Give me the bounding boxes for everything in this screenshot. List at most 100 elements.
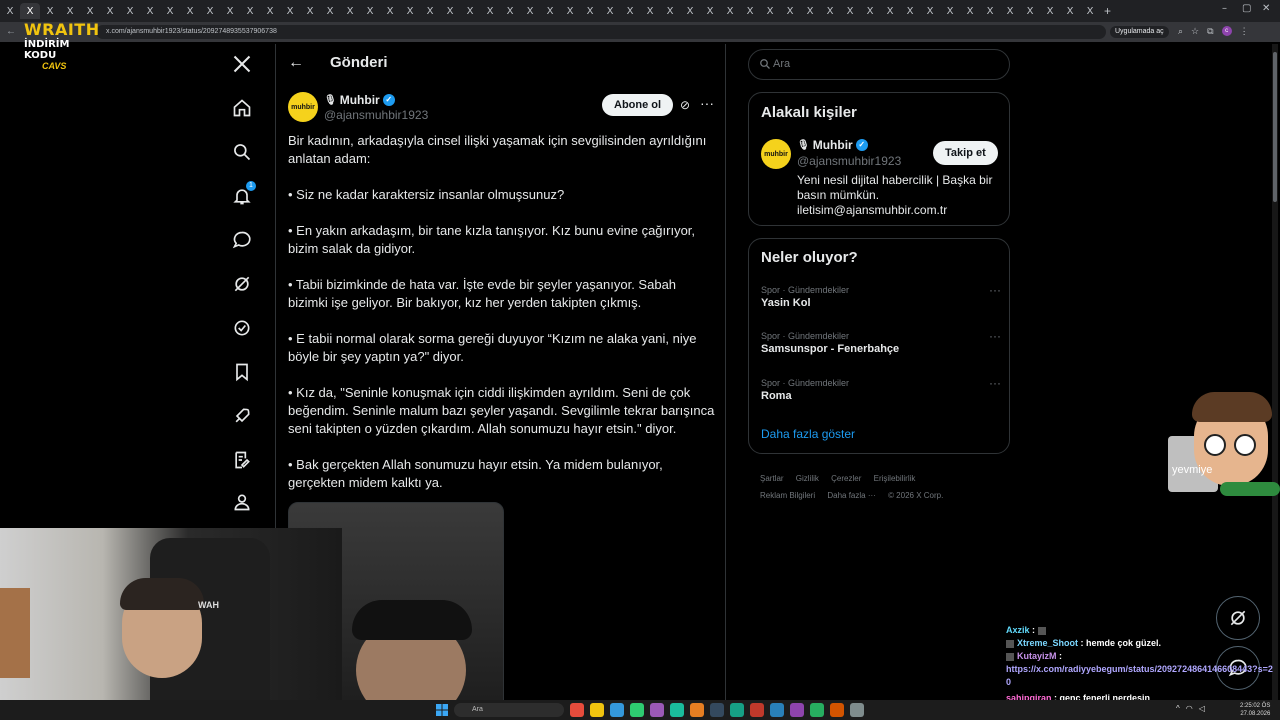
menu-icon[interactable]: ⋮ [1240, 26, 1249, 37]
browser-tab[interactable]: X [680, 3, 700, 19]
browser-tab[interactable]: X [500, 3, 520, 19]
taskbar-app-icon[interactable] [810, 703, 824, 717]
taskbar-app-icon[interactable] [570, 703, 584, 717]
browser-tab[interactable]: X [640, 3, 660, 19]
url-field[interactable]: x.com/ajansmuhbir1923/status/20927489355… [96, 25, 1106, 39]
x-logo-icon[interactable] [230, 52, 254, 76]
more-options-icon[interactable]: ··· [700, 95, 714, 111]
browser-tab[interactable]: X [800, 3, 820, 19]
browser-tab[interactable]: X [1000, 3, 1020, 19]
taskbar-app-icon[interactable] [730, 703, 744, 717]
subscribe-button[interactable]: Abone ol [602, 94, 674, 116]
tray-chevron-icon[interactable]: ^ [1176, 704, 1180, 713]
volume-icon[interactable]: ◁ [1199, 704, 1205, 713]
zoom-icon[interactable]: ⌕ [1178, 26, 1183, 37]
page-scrollbar[interactable] [1272, 44, 1278, 700]
browser-tab[interactable]: X [220, 3, 240, 19]
browser-tab[interactable]: X [320, 3, 340, 19]
close-window-button[interactable]: ✕ [1262, 3, 1270, 14]
browser-tab[interactable]: X [560, 3, 580, 19]
profile-icon[interactable] [230, 490, 254, 514]
articles-icon[interactable] [230, 448, 254, 472]
trend-item[interactable]: Spor · Gündemdekiler Samsunspor - Fenerb… [761, 329, 1001, 355]
maximize-button[interactable]: ▢ [1242, 3, 1251, 14]
browser-tab[interactable]: X [340, 3, 360, 19]
verified-orgs-icon[interactable] [230, 316, 254, 340]
browser-tab[interactable]: X [740, 3, 760, 19]
taskbar-app-icon[interactable] [650, 703, 664, 717]
taskbar-app-icon[interactable] [750, 703, 764, 717]
bookmarks-icon[interactable] [230, 360, 254, 384]
taskbar-clock[interactable]: 2:25:02 ÖS 27.08.2026 [1240, 702, 1270, 718]
browser-tab[interactable]: X [720, 3, 740, 19]
windows-start-icon[interactable] [436, 704, 448, 716]
browser-tab[interactable]: X [860, 3, 880, 19]
browser-tab[interactable]: X [600, 3, 620, 19]
browser-tab[interactable]: X [1080, 3, 1100, 19]
wifi-icon[interactable]: ◠ [1186, 704, 1193, 713]
browser-tab[interactable]: X [360, 3, 380, 19]
browser-tab[interactable]: X [820, 3, 840, 19]
trend-more-icon[interactable]: ··· [989, 283, 1001, 297]
explore-search-icon[interactable] [230, 140, 254, 164]
browser-tab[interactable]: X [80, 3, 100, 19]
home-icon[interactable] [230, 96, 254, 120]
taskbar-app-icon[interactable] [850, 703, 864, 717]
related-avatar[interactable]: muhbir [761, 139, 791, 169]
browser-tab[interactable]: X [440, 3, 460, 19]
scrollbar-thumb[interactable] [1273, 52, 1277, 202]
browser-tab[interactable]: X [180, 3, 200, 19]
browser-tab[interactable]: X [420, 3, 440, 19]
browser-tab[interactable]: X [760, 3, 780, 19]
footer-link[interactable]: Şartlar [760, 474, 784, 483]
browser-tab[interactable]: X [780, 3, 800, 19]
browser-tab[interactable]: X [0, 3, 20, 19]
extensions-icon[interactable]: ⧉ [1207, 26, 1213, 37]
browser-tab[interactable]: X [380, 3, 400, 19]
browser-tab[interactable]: X [1020, 3, 1040, 19]
browser-tab[interactable]: X [60, 3, 80, 19]
browser-tab[interactable]: X [900, 3, 920, 19]
notifications-bell-icon[interactable]: 1 [230, 181, 256, 208]
browser-tab[interactable]: X [240, 3, 260, 19]
author-avatar[interactable]: muhbir [288, 92, 318, 122]
show-more-link[interactable]: Daha fazla göster [761, 427, 855, 441]
browser-tab[interactable]: X [580, 3, 600, 19]
browser-tab[interactable]: X [120, 3, 140, 19]
taskbar-app-icon[interactable] [710, 703, 724, 717]
browser-tab[interactable]: X [840, 3, 860, 19]
author-name-row[interactable]: 🎙 Muhbir ✓ [324, 93, 395, 107]
taskbar-app-icon[interactable] [670, 703, 684, 717]
browser-tab[interactable]: X [160, 3, 180, 19]
follow-button[interactable]: Takip et [933, 141, 998, 165]
grok-explain-icon[interactable]: ⊘ [680, 98, 690, 112]
related-handle[interactable]: @ajansmuhbir1923 [797, 154, 901, 168]
footer-link[interactable]: Gizlilik [796, 474, 819, 483]
browser-tab[interactable]: X [140, 3, 160, 19]
browser-tab[interactable]: X [960, 3, 980, 19]
author-handle[interactable]: @ajansmuhbir1923 [324, 108, 428, 122]
browser-tab[interactable]: X [300, 3, 320, 19]
new-tab-button[interactable]: + [1104, 4, 1111, 18]
browser-tab[interactable]: X [260, 3, 280, 19]
browser-tab[interactable]: X [540, 3, 560, 19]
browser-tab[interactable]: X [400, 3, 420, 19]
footer-link[interactable]: Erişilebilirlik [874, 474, 916, 483]
taskbar-app-icon[interactable] [830, 703, 844, 717]
browser-tab[interactable]: X [40, 3, 60, 19]
browser-tab[interactable]: X [620, 3, 640, 19]
messages-icon[interactable] [230, 228, 254, 252]
browser-tab[interactable]: X [20, 3, 40, 19]
grok-icon[interactable] [230, 272, 254, 296]
trend-more-icon[interactable]: ··· [989, 376, 1001, 390]
browser-tab[interactable]: X [660, 3, 680, 19]
browser-tab[interactable]: X [920, 3, 940, 19]
back-nav-icon[interactable]: ← [6, 26, 16, 37]
minimize-button[interactable]: – [1222, 3, 1227, 14]
taskbar-app-icon[interactable] [770, 703, 784, 717]
browser-tab[interactable]: X [520, 3, 540, 19]
back-arrow-icon[interactable]: ← [288, 54, 304, 72]
jobs-rocket-icon[interactable] [230, 404, 254, 428]
footer-link[interactable]: Çerezler [831, 474, 861, 483]
browser-tab[interactable]: X [880, 3, 900, 19]
